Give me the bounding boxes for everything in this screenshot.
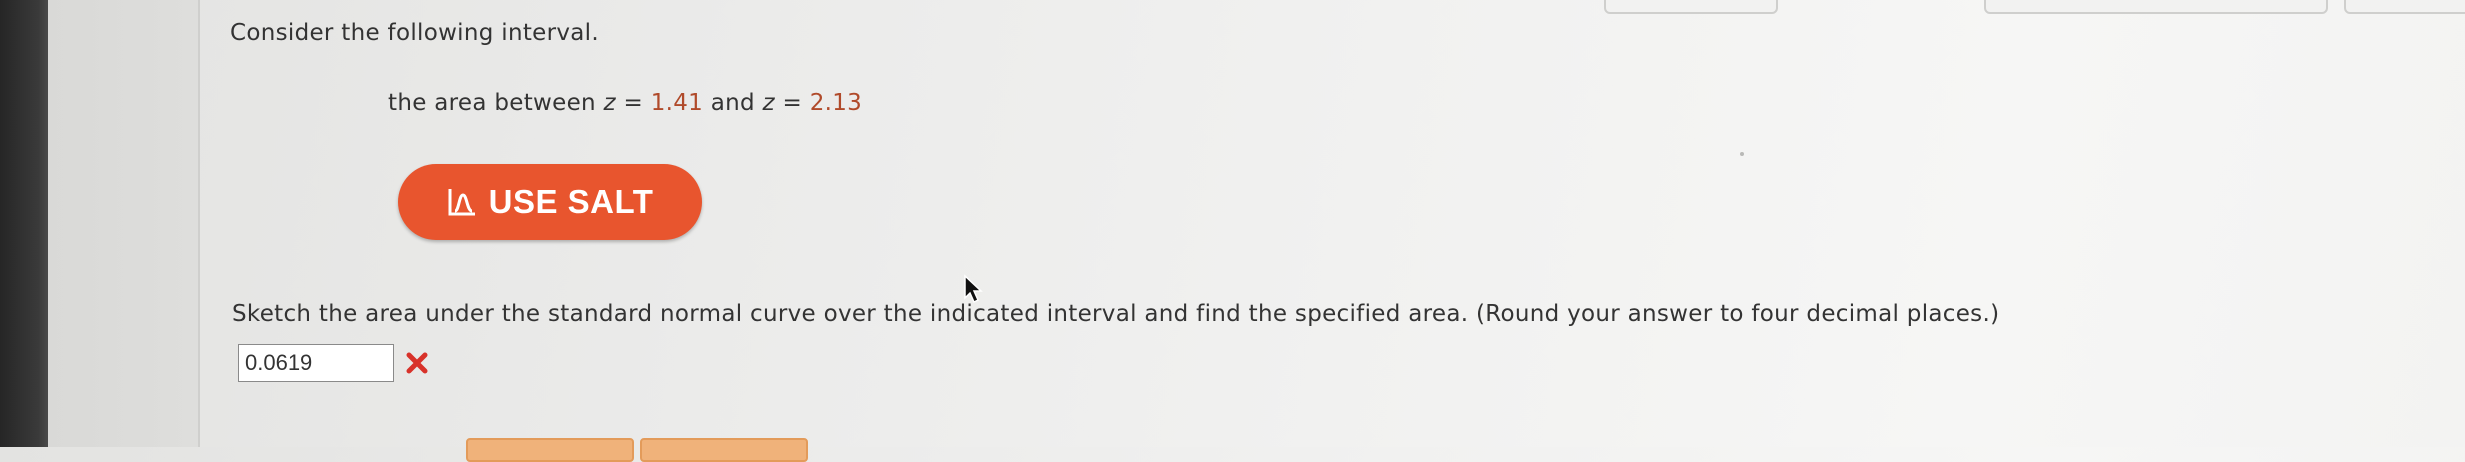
bottom-button[interactable]: [466, 438, 634, 462]
screen-dust: [1740, 152, 1744, 156]
top-tab[interactable]: [1984, 0, 2328, 14]
content-divider: [198, 0, 200, 447]
question-prompt: Consider the following interval.: [230, 20, 599, 46]
left-dark-frame: [0, 0, 48, 447]
use-salt-button[interactable]: USE SALT: [398, 164, 702, 240]
top-tab[interactable]: [2344, 0, 2465, 14]
equals-sign: =: [774, 90, 810, 116]
mouse-cursor-icon: [964, 274, 983, 304]
bottom-button[interactable]: [640, 438, 808, 462]
z-variable: z: [603, 90, 616, 116]
answer-input[interactable]: [238, 344, 394, 382]
x-mark-icon: [406, 352, 428, 374]
z-lower-value: 1.41: [650, 90, 704, 116]
question-instruction: Sketch the area under the standard norma…: [232, 301, 2000, 327]
top-tab[interactable]: [1604, 0, 1778, 14]
interval-prefix: the area between: [388, 90, 604, 116]
normal-curve-icon: [448, 189, 475, 216]
equals-sign: =: [615, 90, 651, 116]
use-salt-label: USE SALT: [488, 183, 654, 220]
z-upper-value: 2.13: [809, 90, 863, 116]
left-margin: [48, 0, 198, 447]
interval-statement: the area between z = 1.41 and z = 2.13: [388, 90, 862, 116]
and-text: and: [703, 90, 763, 116]
z-variable: z: [762, 90, 775, 116]
